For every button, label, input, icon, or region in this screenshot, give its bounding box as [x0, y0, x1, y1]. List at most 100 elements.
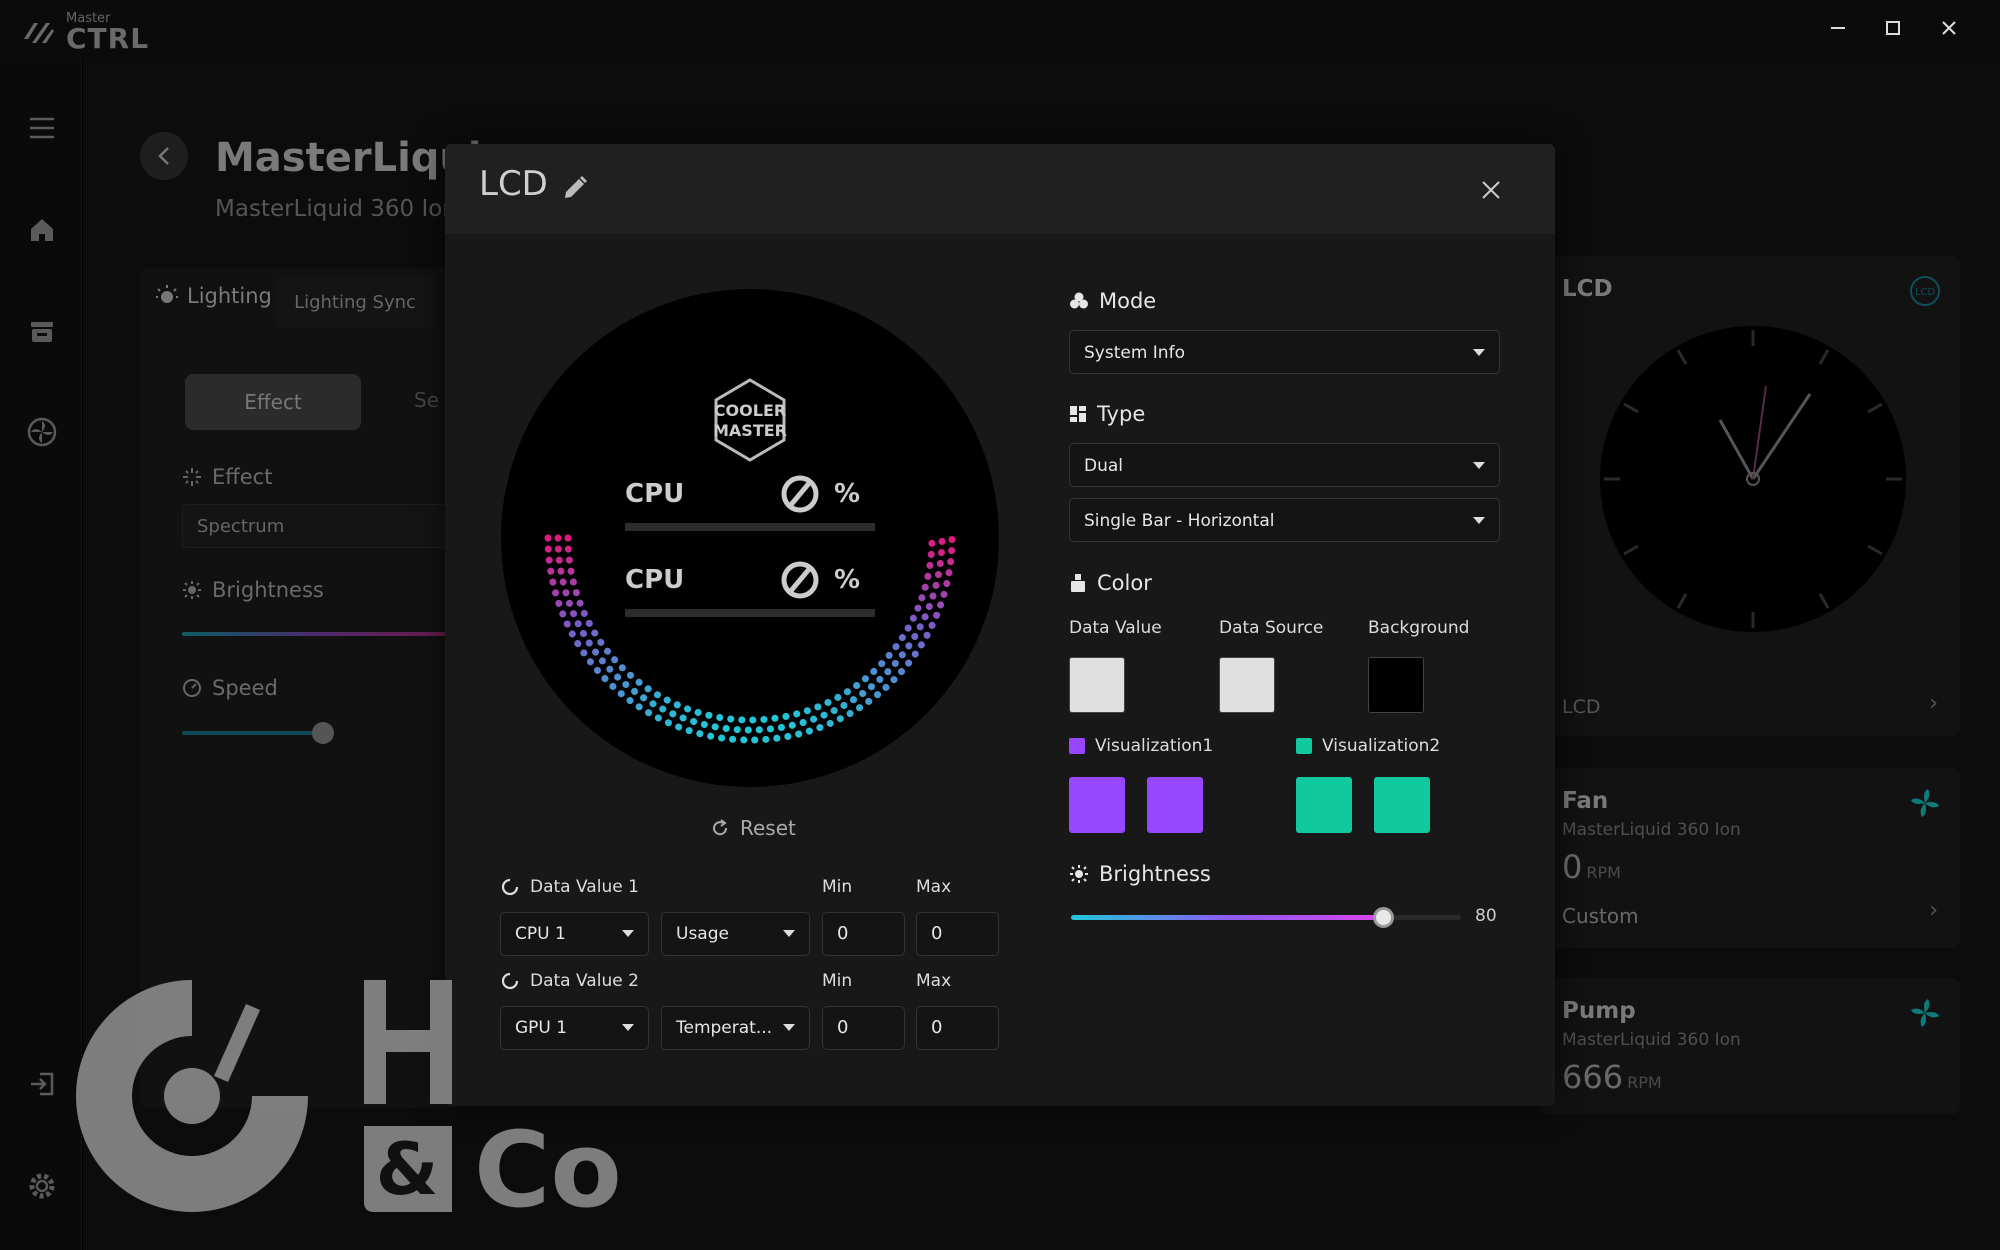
type-label: Type: [1069, 402, 1145, 426]
preview-row2-bar: [625, 609, 875, 617]
visualization2-label-text: Visualization2: [1322, 736, 1441, 756]
lcd-preview: COOLER MASTER CPU % CPU %: [501, 289, 999, 787]
fan-icon: [1911, 789, 1939, 817]
mode-dropdown[interactable]: System Info: [1069, 330, 1500, 374]
type-dropdown[interactable]: Dual: [1069, 443, 1500, 487]
dv1-max-input[interactable]: 0: [916, 912, 999, 956]
refresh-icon: [501, 878, 519, 896]
fan-card-subtitle: MasterLiquid 360 Ion: [1562, 820, 1741, 840]
brand-line2: MASTER: [713, 421, 787, 440]
dv1-source-dropdown[interactable]: CPU 1: [500, 912, 649, 956]
brightness-bg-label-text: Brightness: [212, 578, 324, 602]
mode-label: Mode: [1069, 289, 1156, 313]
fan-chevron-right-icon: ›: [1929, 898, 1938, 923]
visualization1-color1-swatch[interactable]: [1069, 777, 1125, 833]
fan-card-title: Fan: [1562, 788, 1609, 814]
visualization1-label: Visualization1: [1069, 736, 1213, 756]
tab-lighting[interactable]: Lighting: [155, 284, 272, 308]
tab-lighting-label: Lighting: [187, 284, 272, 308]
dv1-metric-dropdown[interactable]: Usage: [661, 912, 810, 956]
dv1-min-label: Min: [822, 877, 853, 897]
paint-brush-icon: [1071, 574, 1085, 592]
visualization2-label: Visualization2: [1296, 736, 1440, 756]
pump-card[interactable]: Pump MasterLiquid 360 Ion 666 RPM: [1540, 978, 1960, 1114]
data-source-color-swatch[interactable]: [1219, 657, 1275, 713]
dialog-close-button[interactable]: [1473, 172, 1509, 208]
segment-effect[interactable]: Effect: [185, 374, 361, 430]
dv1-min-input[interactable]: 0: [822, 912, 905, 956]
speed-slider[interactable]: [182, 731, 322, 735]
svg-text:&: &: [376, 1127, 439, 1211]
background-color-label: Background: [1368, 618, 1470, 638]
brightness-bg-slider[interactable]: [182, 632, 452, 636]
home-icon[interactable]: [26, 214, 58, 246]
data-source-color-label: Data Source: [1219, 618, 1324, 638]
effect-select[interactable]: Spectrum: [182, 504, 462, 548]
maximize-button[interactable]: [1873, 12, 1913, 44]
caret-down-icon: [1473, 349, 1485, 356]
caret-down-icon: [622, 930, 634, 937]
chevron-right-icon: ›: [1929, 691, 1938, 716]
type-value: Dual: [1084, 456, 1124, 476]
tab-lighting-sync[interactable]: Lighting Sync: [275, 276, 435, 328]
type-style-value: Single Bar - Horizontal: [1084, 511, 1275, 531]
preview-row1-unit: %: [834, 479, 860, 509]
dv2-metric-dropdown[interactable]: Temperat...: [661, 1006, 810, 1050]
visualization1-dot: [1069, 738, 1085, 754]
lcd-card[interactable]: LCD LCD LCD ›: [1540, 256, 1960, 736]
settings-icon[interactable]: [26, 1170, 58, 1202]
minimize-button[interactable]: [1818, 12, 1858, 44]
app-logo-icon: [24, 22, 54, 43]
color-label: Color: [1069, 571, 1152, 595]
dialog-title: LCD: [479, 164, 548, 204]
device-subtitle: MasterLiquid 360 Ion: [215, 196, 457, 222]
device-title: MasterLiqui: [215, 135, 482, 181]
visualization2-color1-swatch[interactable]: [1296, 777, 1352, 833]
edit-pencil-icon[interactable]: [561, 174, 589, 202]
dv1-max-label: Max: [916, 877, 952, 897]
lcd-card-title: LCD: [1562, 276, 1613, 302]
dv2-min-input[interactable]: 0: [822, 1006, 905, 1050]
pump-rpm: 666 RPM: [1562, 1058, 1662, 1096]
type-style-dropdown[interactable]: Single Bar - Horizontal: [1069, 498, 1500, 542]
data-value-color-swatch[interactable]: [1069, 657, 1125, 713]
caret-down-icon: [1473, 517, 1485, 524]
menu-icon[interactable]: [26, 112, 58, 144]
visualization1-color2-swatch[interactable]: [1147, 777, 1203, 833]
sign-in-icon[interactable]: [26, 1068, 58, 1100]
devices-icon[interactable]: [26, 316, 58, 348]
lcd-badge-icon: LCD: [1910, 276, 1940, 306]
brightness-label-text: Brightness: [1099, 862, 1211, 886]
speed-slider-knob[interactable]: [312, 722, 334, 744]
preview-row2-label: CPU: [625, 565, 684, 595]
brightness-slider-knob[interactable]: [1373, 907, 1394, 928]
reset-button[interactable]: Reset: [710, 816, 796, 840]
fan-nav-icon[interactable]: [26, 416, 58, 448]
title-bar: Master CTRL: [0, 0, 2000, 58]
back-button[interactable]: [140, 132, 188, 180]
dv2-max-input[interactable]: 0: [916, 1006, 999, 1050]
visualization2-color2-swatch[interactable]: [1374, 777, 1430, 833]
reset-label: Reset: [740, 816, 796, 840]
dv2-metric-value: Temperat...: [676, 1018, 773, 1038]
segment-settings[interactable]: Se: [414, 388, 439, 412]
sidebar: [0, 58, 82, 1250]
type-icon: [1070, 406, 1086, 422]
data-value-1-label: Data Value 1: [500, 877, 639, 897]
fan-card[interactable]: Fan MasterLiquid 360 Ion 0 RPM Custom ›: [1540, 768, 1960, 948]
sun-icon: [183, 581, 201, 599]
reset-icon: [713, 819, 728, 836]
window-close-button[interactable]: [1929, 12, 1969, 44]
preview-row1-label: CPU: [625, 479, 684, 509]
lighting-icon: [156, 285, 178, 303]
sun-icon: [1070, 865, 1088, 883]
caret-down-icon: [783, 930, 795, 937]
dv2-max-label: Max: [916, 971, 952, 991]
effect-label-text: Effect: [212, 465, 273, 489]
background-color-swatch[interactable]: [1368, 657, 1424, 713]
hco-watermark-logo: & Co: [76, 980, 622, 1216]
speed-label: Speed: [182, 676, 278, 700]
pump-fan-icon: [1911, 999, 1939, 1027]
close-icon: [1482, 181, 1500, 199]
lcd-card-label: LCD: [1562, 696, 1601, 718]
